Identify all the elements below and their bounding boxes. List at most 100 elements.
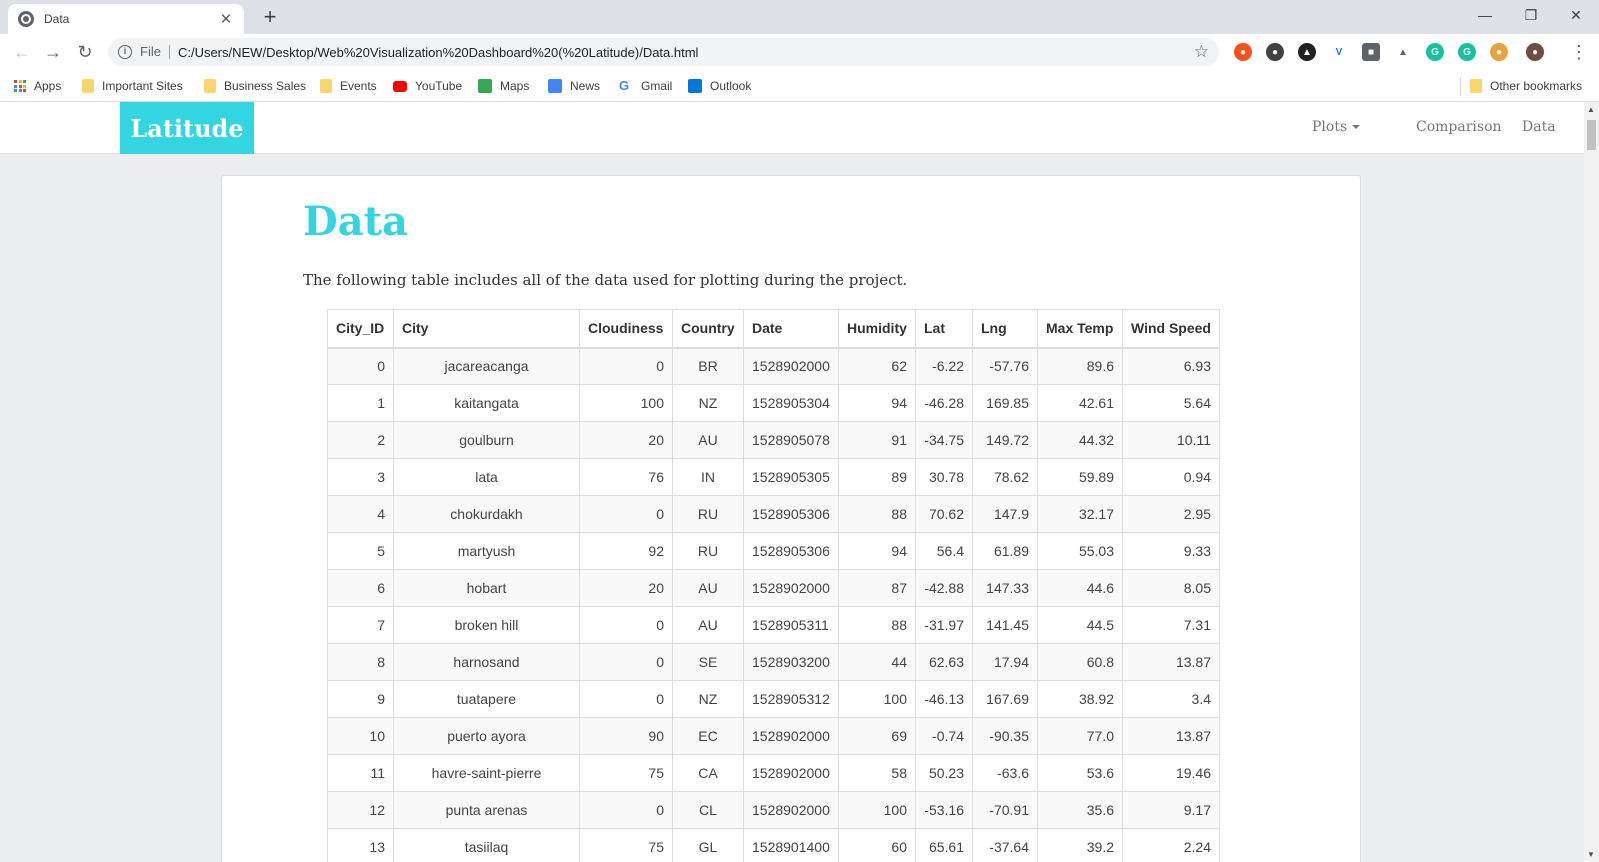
new-tab-button[interactable]: +: [258, 4, 282, 30]
grammarly-alt-icon[interactable]: G: [1458, 43, 1476, 61]
col-date[interactable]: Date: [743, 309, 839, 349]
table-cell: 30.78: [915, 458, 973, 496]
col-city[interactable]: City: [393, 309, 580, 349]
nav-comparison[interactable]: Comparison: [1416, 119, 1502, 135]
profile-avatar[interactable]: ●: [1526, 43, 1544, 61]
bookmark-other[interactable]: Other bookmarks: [1470, 77, 1582, 95]
table-cell: 75: [579, 754, 673, 792]
scroll-thumb[interactable]: [1587, 120, 1596, 150]
table-cell: 147.33: [972, 569, 1038, 607]
extension-rocket-icon[interactable]: ▲: [1394, 43, 1412, 61]
reload-icon[interactable]: ↻: [73, 40, 97, 64]
col-lng[interactable]: Lng: [972, 309, 1038, 349]
table-cell: harnosand: [393, 643, 580, 681]
extension-circle-icon[interactable]: ●: [1266, 43, 1284, 61]
table-cell: 61.89: [972, 532, 1038, 570]
table-cell: 7: [327, 606, 394, 644]
table-cell: 2: [327, 421, 394, 459]
table-body: 0 jacareacanga 0 BR 1528902000 62 -6.22 -57.76 8…: [327, 347, 1220, 862]
table-cell: -46.28: [915, 384, 973, 422]
browser-tab[interactable]: Data ✕: [8, 4, 244, 34]
col-wind-speed[interactable]: Wind Speed: [1122, 309, 1220, 349]
scroll-up-icon[interactable]: ▲: [1587, 105, 1595, 114]
col-lat[interactable]: Lat: [915, 309, 973, 349]
table-cell: 1528905304: [743, 384, 839, 422]
table-cell: -42.88: [915, 569, 973, 607]
extension-v-icon[interactable]: V: [1330, 43, 1348, 61]
table-cell: chokurdakh: [393, 495, 580, 533]
table-cell: 1528905306: [743, 532, 839, 570]
table-row: 9 tuatapere 0 NZ 1528905312 100 -46.13 167.69 38…: [327, 680, 1220, 718]
extension-cat-icon[interactable]: ▲: [1298, 43, 1316, 61]
folder-icon: [320, 79, 332, 93]
bookmark-important-sites[interactable]: Important Sites: [82, 77, 183, 95]
table-cell: 13.87: [1122, 717, 1220, 755]
bookmark-star-icon[interactable]: ☆: [1194, 42, 1209, 62]
table-cell: 7.31: [1122, 606, 1220, 644]
restore-icon[interactable]: ❐: [1508, 0, 1554, 30]
nav-plots-dropdown[interactable]: Plots: [1312, 119, 1361, 135]
table-cell: 62.63: [915, 643, 973, 681]
bookmark-gmail[interactable]: G Gmail: [619, 77, 672, 95]
bookmark-news[interactable]: News: [548, 77, 600, 95]
page-scrollbar[interactable]: ▲ ▼: [1584, 102, 1599, 862]
cookie-icon[interactable]: ●: [1490, 43, 1508, 61]
table-cell: tuatapere: [393, 680, 580, 718]
table-cell: 75: [579, 828, 673, 862]
bookmark-events[interactable]: Events: [320, 77, 377, 95]
tab-title: Data: [44, 12, 70, 26]
menu-icon[interactable]: ⋮: [1567, 40, 1591, 64]
brand-logo[interactable]: Latitude: [120, 102, 254, 154]
table-cell: 141.45: [972, 606, 1038, 644]
table-cell: RU: [672, 495, 744, 533]
col-city-id[interactable]: City_ID: [327, 309, 394, 349]
col-cloudiness[interactable]: Cloudiness: [579, 309, 673, 349]
apps-icon: [14, 80, 26, 92]
col-humidity[interactable]: Humidity: [838, 309, 916, 349]
table-cell: 70.62: [915, 495, 973, 533]
table-cell: 12: [327, 791, 394, 829]
info-icon[interactable]: i: [118, 45, 132, 59]
table-cell: -53.16: [915, 791, 973, 829]
forward-icon[interactable]: →: [41, 40, 65, 64]
col-country[interactable]: Country: [672, 309, 744, 349]
bookmark-youtube[interactable]: YouTube: [393, 77, 462, 95]
table-cell: 8: [327, 643, 394, 681]
table-cell: 100: [579, 384, 673, 422]
table-cell: 56.4: [915, 532, 973, 570]
col-max-temp[interactable]: Max Temp: [1037, 309, 1123, 349]
close-tab-icon[interactable]: ✕: [218, 10, 234, 28]
table-cell: 6.93: [1122, 347, 1220, 385]
page-title: Data: [303, 198, 408, 245]
table-cell: 6: [327, 569, 394, 607]
table-cell: 44.32: [1037, 421, 1123, 459]
table-cell: 0: [579, 643, 673, 681]
nav-data[interactable]: Data: [1522, 119, 1556, 135]
url-text[interactable]: C:/Users/NEW/Desktop/Web%20Visualization…: [178, 45, 1194, 60]
close-window-icon[interactable]: ✕: [1553, 0, 1599, 30]
grammarly-icon[interactable]: G: [1426, 43, 1444, 61]
extension-shield-icon[interactable]: ■: [1362, 43, 1380, 61]
minimize-icon[interactable]: —: [1462, 0, 1508, 30]
table-cell: AU: [672, 569, 744, 607]
table-cell: -6.22: [915, 347, 973, 385]
bookmark-business-sales[interactable]: Business Sales: [204, 77, 306, 95]
folder-icon: [204, 79, 216, 93]
address-bar[interactable]: i File C:/Users/NEW/Desktop/Web%20Visual…: [108, 38, 1219, 66]
bookmark-apps[interactable]: Apps: [14, 77, 61, 95]
table-cell: -46.13: [915, 680, 973, 718]
table-cell: 55.03: [1037, 532, 1123, 570]
bookmark-maps[interactable]: Maps: [478, 77, 529, 95]
scroll-down-icon[interactable]: ▼: [1587, 850, 1595, 859]
extension-fire-icon[interactable]: ●: [1234, 43, 1252, 61]
bookmark-outlook[interactable]: Outlook: [688, 77, 751, 95]
table-cell: 147.9: [972, 495, 1038, 533]
table-cell: AU: [672, 606, 744, 644]
maps-icon: [478, 79, 492, 93]
table-cell: tasiilaq: [393, 828, 580, 862]
table-header-row: City_ID City Cloudiness Country Date Hum…: [327, 309, 1220, 349]
table-row: 2 goulburn 20 AU 1528905078 91 -34.75 149.72 44.…: [327, 421, 1220, 459]
back-icon[interactable]: ←: [10, 40, 34, 64]
tab-strip: Data ✕ + — ❐ ✕: [0, 0, 1599, 34]
table-cell: 87: [838, 569, 916, 607]
